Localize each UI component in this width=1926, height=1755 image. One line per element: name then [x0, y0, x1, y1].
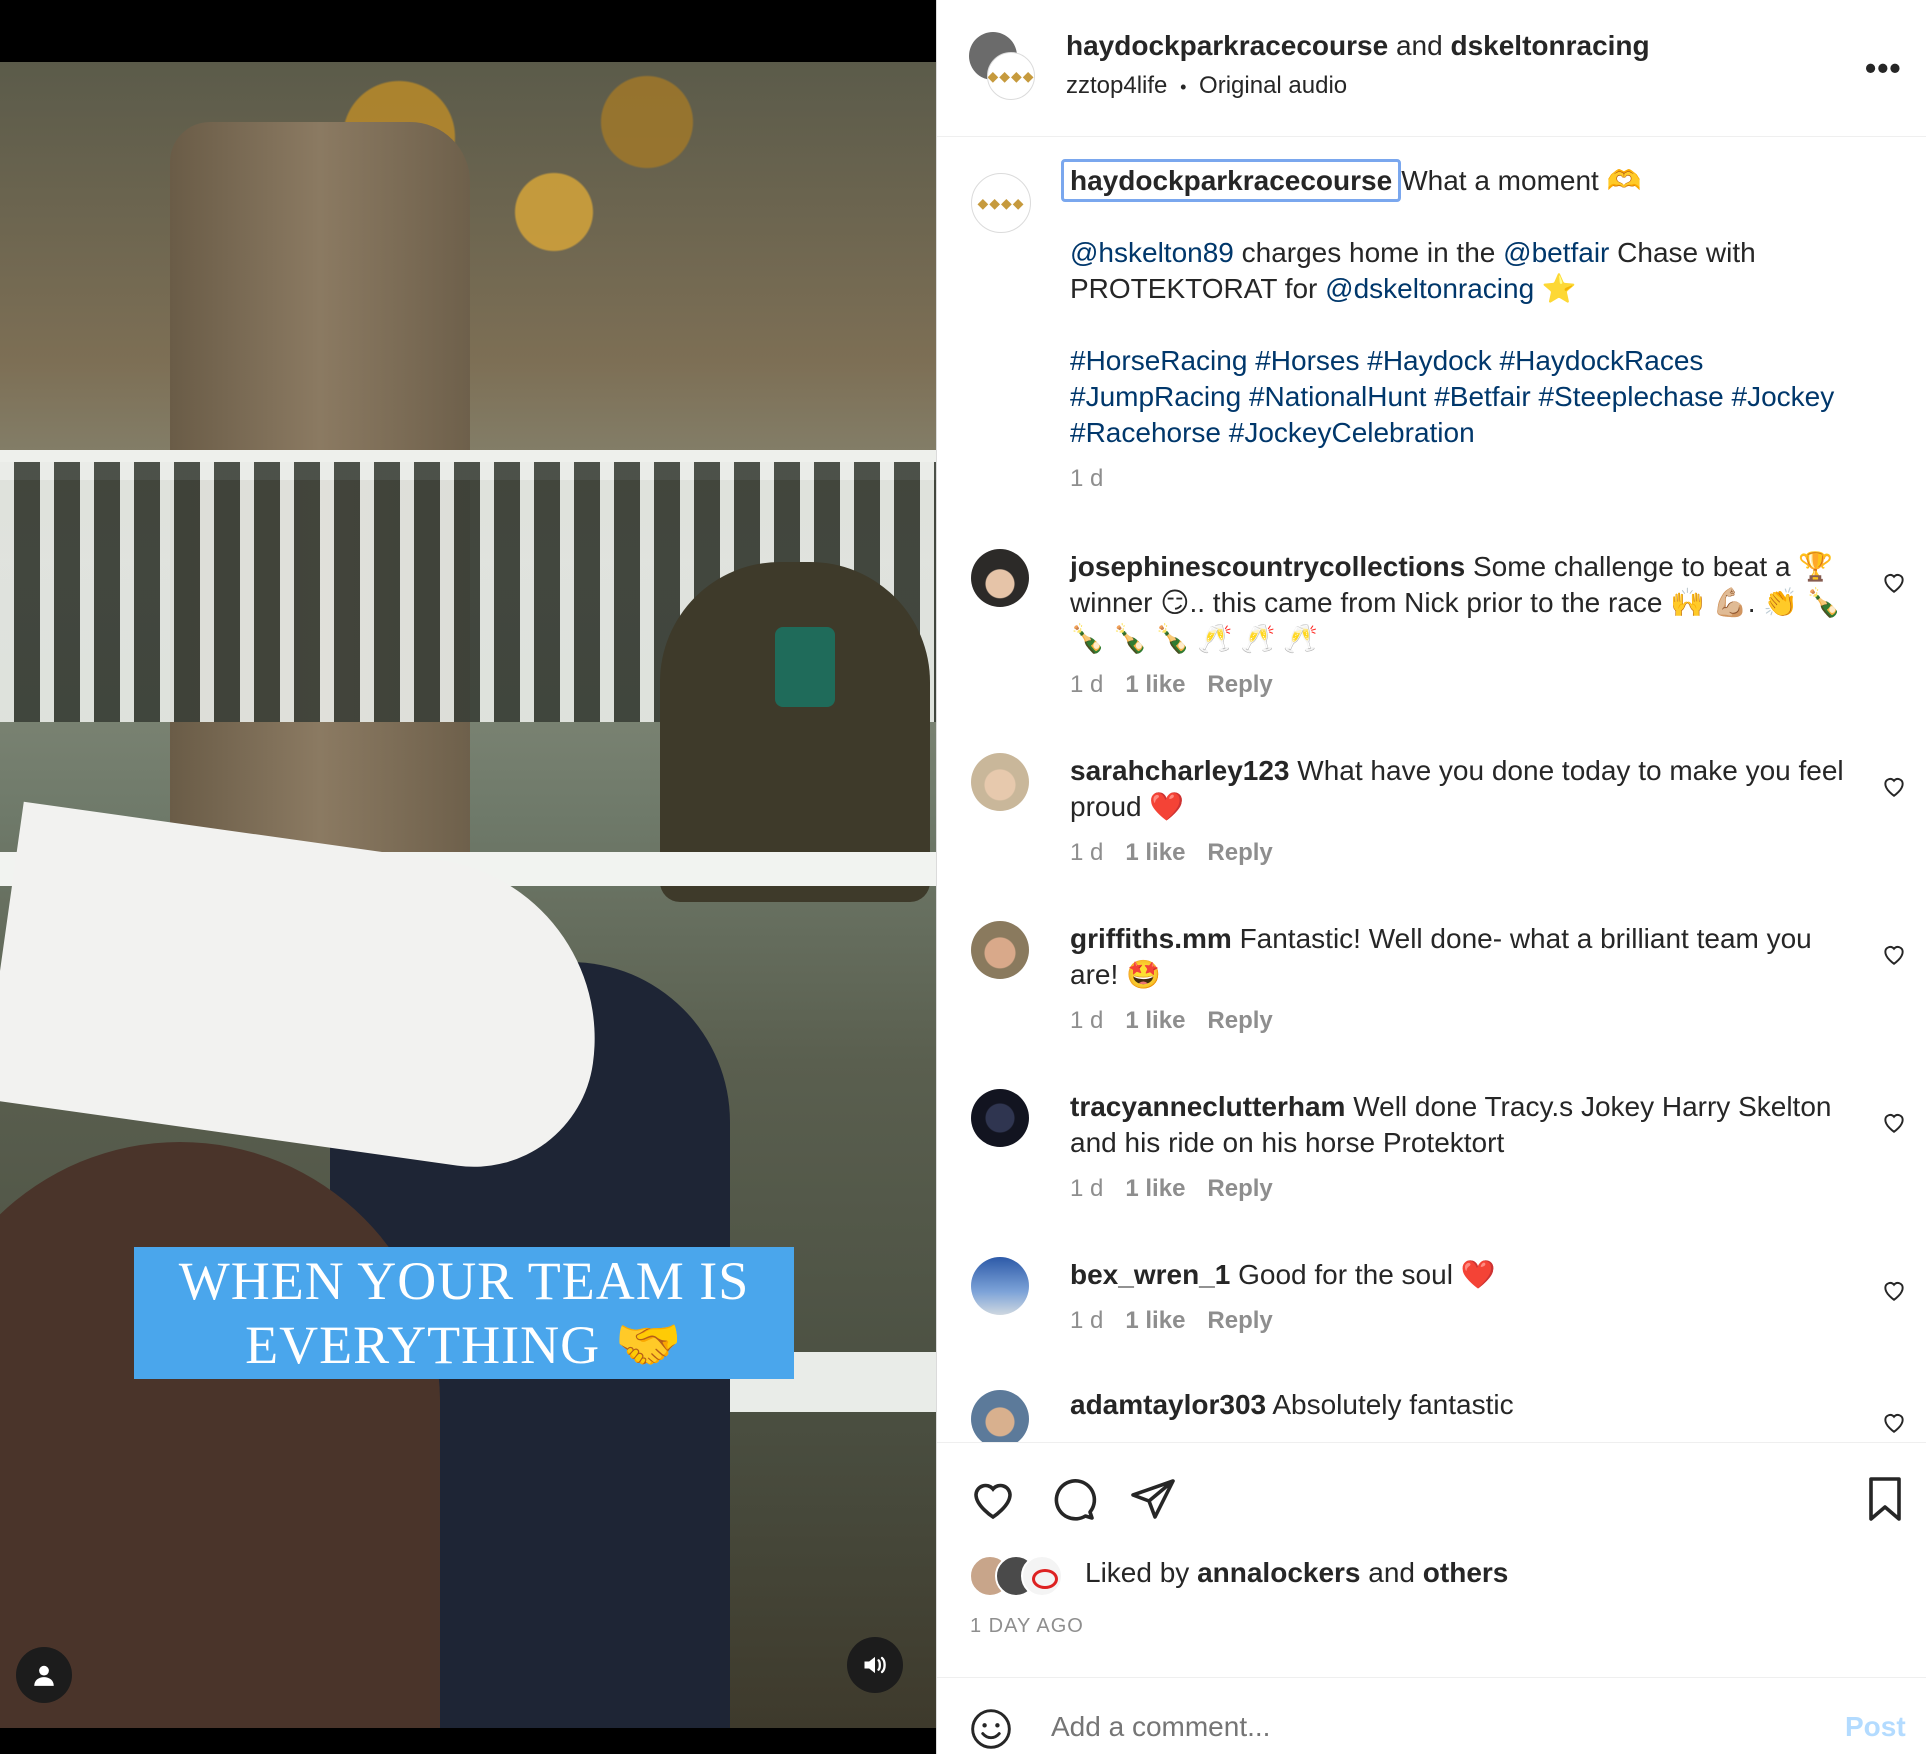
audio-link[interactable]: Original audio — [1199, 72, 1347, 99]
post-header: ◆◆◆◆ haydockparkracecourse and dskeltonr… — [937, 0, 1926, 137]
commenter-avatar[interactable] — [971, 753, 1029, 811]
hashtag-line[interactable]: #Racehorse #JockeyCelebration — [1070, 415, 1870, 451]
video-frame — [0, 62, 936, 1728]
reply-button[interactable]: Reply — [1207, 1307, 1272, 1334]
caption-time: 1 d — [1070, 465, 1104, 492]
reply-button[interactable]: Reply — [1207, 1175, 1272, 1202]
liked-prefix: Liked by — [1085, 1557, 1198, 1588]
comment-likes[interactable]: 1 like — [1125, 839, 1185, 866]
avatar — [1021, 1555, 1063, 1597]
hashtag-line[interactable]: #HorseRacing #Horses #Haydock #HaydockRa… — [1070, 343, 1870, 379]
comment-likes[interactable]: 1 like — [1125, 1007, 1185, 1034]
caption-text: charges home in the — [1233, 237, 1504, 268]
comment-time: 1 d — [1070, 839, 1104, 866]
mention-link[interactable]: @hskelton89 — [1070, 237, 1234, 268]
comment-username[interactable]: sarahcharley123 — [1070, 755, 1290, 786]
bookmark-icon[interactable] — [1861, 1475, 1909, 1523]
comment-like-heart-icon[interactable] — [1881, 569, 1907, 595]
hashtag-line[interactable]: #JumpRacing #NationalHunt #Betfair #Stee… — [1070, 379, 1870, 415]
reply-button[interactable]: Reply — [1207, 1007, 1272, 1034]
more-options-icon[interactable]: ••• — [1865, 50, 1902, 87]
post-panel: ◆◆◆◆ haydockparkracecourse and dskeltonr… — [936, 0, 1926, 1754]
comment: josephinescountrycollections Some challe… — [1070, 549, 1860, 699]
reel-video[interactable]: WHEN YOUR TEAM IS EVERYTHING 🤝 — [0, 0, 936, 1754]
audio-user-link[interactable]: zztop4life — [1066, 72, 1167, 99]
smiley-icon[interactable] — [969, 1707, 1013, 1751]
comment: griffiths.mm Fantastic! Well done- what … — [1070, 921, 1860, 1035]
comment-time: 1 d — [1070, 1307, 1104, 1334]
and-text: and — [1395, 30, 1443, 61]
comment: bex_wren_1 Good for the soul ❤️ 1 d 1 lik… — [1070, 1257, 1860, 1335]
comments-list[interactable]: ◆◆◆◆ haydockparkracecourse What a moment … — [937, 137, 1926, 1442]
post-authors: haydockparkracecourse and dskeltonracing — [1066, 30, 1650, 62]
comment-like-heart-icon[interactable] — [1881, 1277, 1907, 1303]
comment: tracyanneclutterham Well done Tracy.s Jo… — [1070, 1089, 1860, 1203]
comment-text: Good for the soul ❤️ — [1238, 1259, 1496, 1290]
separator-dot: • — [1180, 77, 1187, 97]
user-icon — [34, 1665, 54, 1686]
add-comment-bar: Post — [937, 1677, 1926, 1755]
comment-input[interactable] — [1049, 1704, 1753, 1750]
comment-like-heart-icon[interactable] — [1881, 1409, 1907, 1435]
sound-toggle-button[interactable] — [847, 1637, 903, 1693]
comment-username[interactable]: bex_wren_1 — [1070, 1259, 1230, 1290]
comment-time: 1 d — [1070, 671, 1104, 698]
caption-avatar[interactable]: ◆◆◆◆ — [971, 173, 1031, 233]
comment-like-heart-icon[interactable] — [1881, 941, 1907, 967]
mention-link[interactable]: @dskeltonracing — [1325, 273, 1534, 304]
caption-line-1: What a moment 🫶 — [1401, 165, 1642, 196]
comment-likes[interactable]: 1 like — [1125, 1307, 1185, 1334]
comment-time: 1 d — [1070, 1175, 1104, 1202]
commenter-avatar[interactable] — [971, 1390, 1029, 1442]
comment-username[interactable]: josephinescountrycollections — [1070, 551, 1465, 582]
author-link-1[interactable]: haydockparkracecourse — [1066, 30, 1388, 61]
comment-time: 1 d — [1070, 1007, 1104, 1034]
liked-others-link[interactable]: others — [1423, 1557, 1509, 1588]
reply-button[interactable]: Reply — [1207, 671, 1272, 698]
commenter-avatar[interactable] — [971, 1089, 1029, 1147]
comment-like-heart-icon[interactable] — [1881, 1109, 1907, 1135]
commenter-avatar[interactable] — [971, 1257, 1029, 1315]
post-date[interactable]: 1 DAY AGO — [970, 1615, 1084, 1638]
video-overlay-text: WHEN YOUR TEAM IS EVERYTHING 🤝 — [178, 1251, 750, 1375]
comment: sarahcharley123 What have you done today… — [1070, 753, 1860, 867]
post-button[interactable]: Post — [1845, 1711, 1906, 1743]
reply-button[interactable]: Reply — [1207, 839, 1272, 866]
comment-icon[interactable] — [1049, 1475, 1097, 1523]
liked-user-link[interactable]: annalockers — [1197, 1557, 1360, 1588]
hashtags: #HorseRacing #Horses #Haydock #HaydockRa… — [1070, 343, 1870, 451]
caption-author-link[interactable]: haydockparkracecourse — [1061, 159, 1402, 202]
comment-likes[interactable]: 1 like — [1125, 671, 1185, 698]
post-caption: haydockparkracecourse What a moment 🫶 @hs… — [1061, 159, 1870, 493]
heart-icon[interactable] — [969, 1475, 1017, 1523]
tagged-users-button[interactable] — [16, 1647, 72, 1703]
comment-likes[interactable]: 1 like — [1125, 1175, 1185, 1202]
paper-plane-icon[interactable] — [1129, 1475, 1177, 1523]
liked-by-avatars[interactable] — [969, 1555, 1079, 1597]
comment-like-heart-icon[interactable] — [1881, 773, 1907, 799]
comment-username[interactable]: griffiths.mm — [1070, 923, 1232, 954]
comment: adamtaylor303 Absolutely fantastic — [1070, 1387, 1860, 1423]
comment-text: Absolutely fantastic — [1272, 1389, 1514, 1420]
sound-icon — [864, 1656, 886, 1674]
mention-link[interactable]: @betfair — [1503, 237, 1609, 268]
author-link-2[interactable]: dskeltonracing — [1450, 30, 1649, 61]
liked-by-text: Liked by annalockers and others — [1085, 1557, 1508, 1589]
video-overlay-caption: WHEN YOUR TEAM IS EVERYTHING 🤝 — [134, 1247, 794, 1379]
commenter-avatar[interactable] — [971, 921, 1029, 979]
comment-username[interactable]: adamtaylor303 — [1070, 1389, 1266, 1420]
caption-text: ⭐ — [1534, 273, 1577, 304]
liked-and: and — [1360, 1557, 1423, 1588]
commenter-avatar[interactable] — [971, 549, 1029, 607]
comment-username[interactable]: tracyanneclutterham — [1070, 1091, 1345, 1122]
collab-avatar-2[interactable]: ◆◆◆◆ — [987, 52, 1035, 100]
audio-info: zztop4life • Original audio — [1066, 72, 1347, 100]
